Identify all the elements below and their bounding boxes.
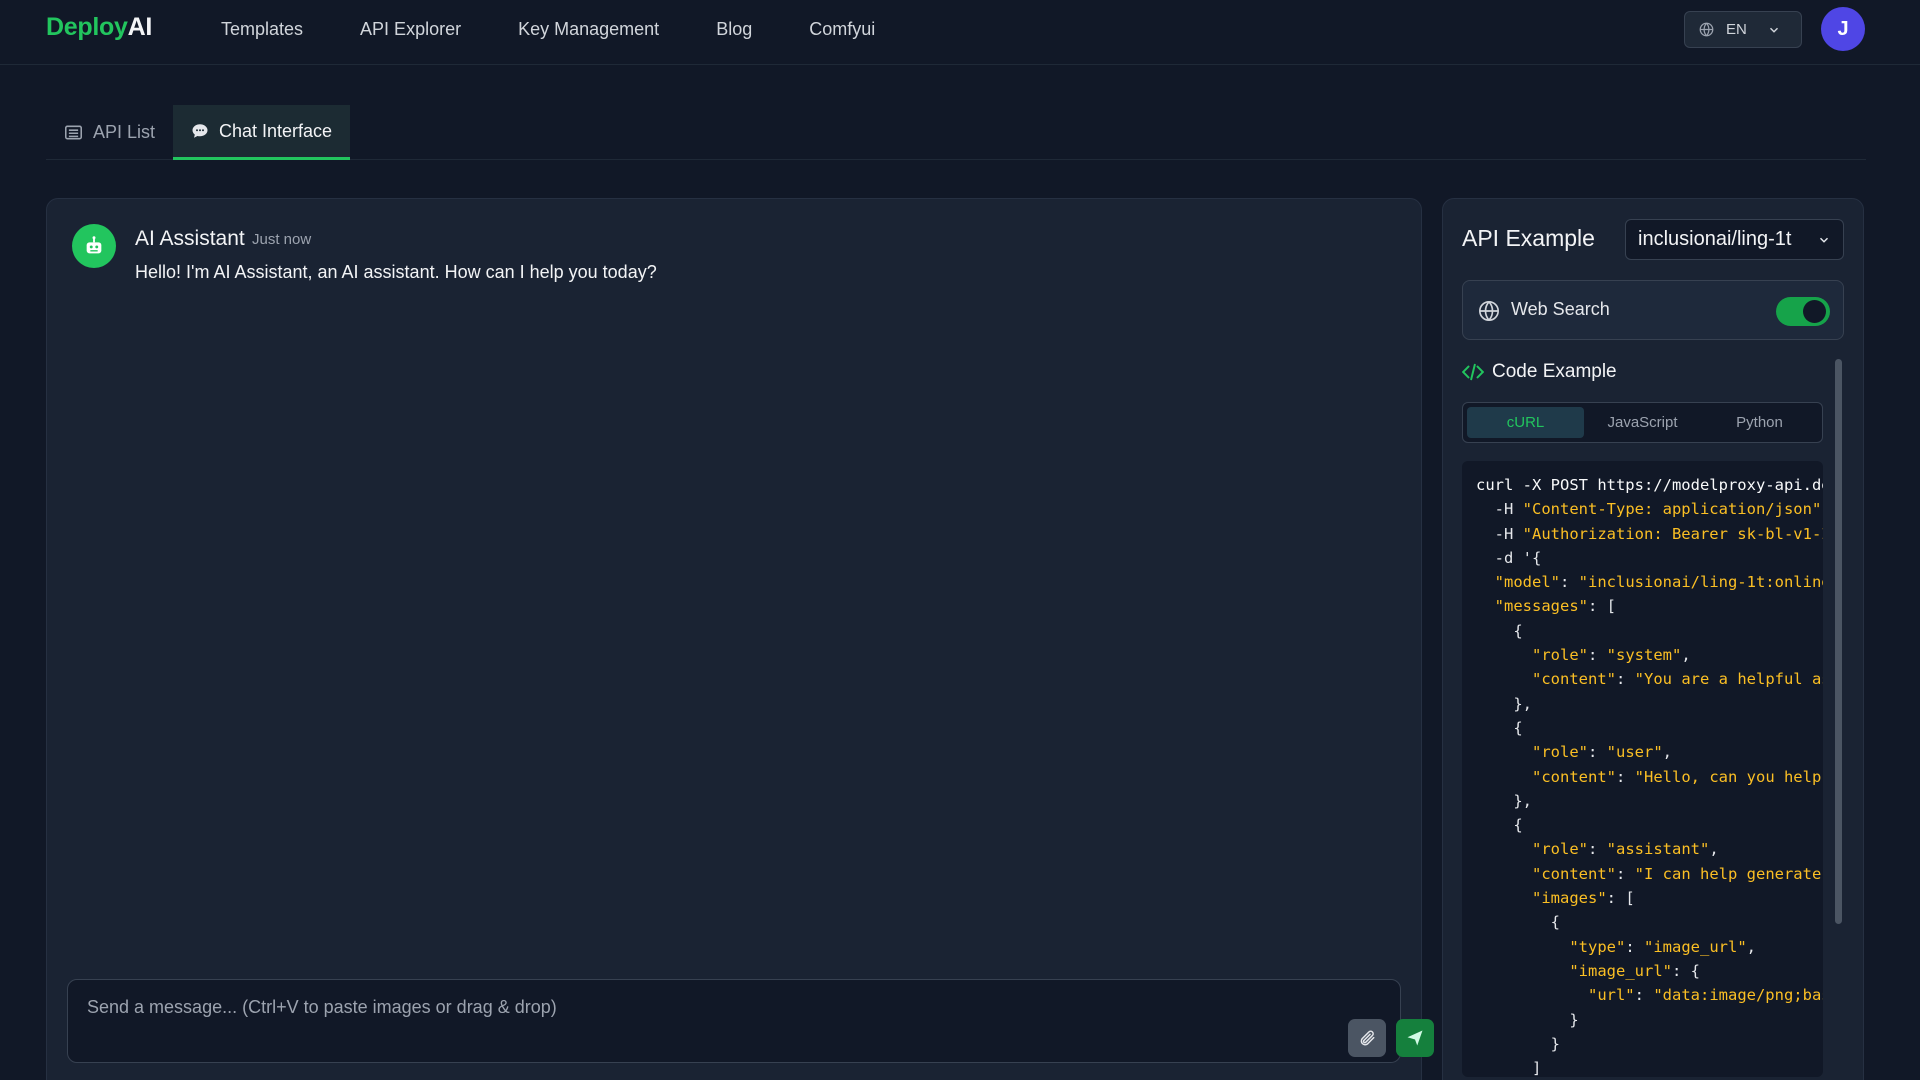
language-selector[interactable]: EN [1684, 11, 1802, 48]
code-line: { [1476, 718, 1523, 737]
code-line: } [1476, 1010, 1579, 1029]
assistant-name: AI Assistant [135, 227, 245, 250]
chat-panel: AI Assistant Just now Hello! I'm AI Assi… [46, 198, 1434, 1080]
code-tab-python[interactable]: Python [1701, 407, 1818, 438]
user-avatar[interactable]: J [1821, 7, 1865, 51]
code-line: curl -X POST https://modelproxy-api.de [1476, 476, 1823, 494]
logo[interactable]: DeployAI [46, 13, 152, 42]
code-line: }, [1476, 791, 1532, 810]
nav-links: Templates API Explorer Key Management Bl… [221, 18, 932, 40]
view-tabs: API List Chat Interface [46, 105, 1866, 160]
code-example-label: Code Example [1492, 361, 1617, 382]
send-icon [1407, 1030, 1423, 1046]
code-line: -H "Content-Type: application/json" [1476, 500, 1822, 519]
code-line: "url": "data:image/png;bas [1587, 986, 1823, 1005]
message-input[interactable] [87, 994, 1287, 1020]
code-line: "content": "I can help generate [1532, 864, 1822, 883]
tab-api-list[interactable]: API List [46, 105, 173, 160]
nav-link-api-explorer[interactable]: API Explorer [360, 18, 461, 40]
web-search-toggle[interactable] [1776, 297, 1830, 326]
code-line: } [1476, 1034, 1560, 1053]
nav-link-comfyui[interactable]: Comfyui [809, 18, 875, 40]
message-timestamp: Just now [252, 231, 312, 248]
code-line: -d '{ [1476, 548, 1542, 567]
code-line: { [1476, 816, 1523, 835]
nav-link-key-management[interactable]: Key Management [518, 18, 659, 40]
chevron-down-icon [1819, 237, 1829, 243]
code-tab-curl[interactable]: cURL [1467, 407, 1584, 438]
nav-link-templates[interactable]: Templates [221, 18, 303, 40]
globe-icon [1479, 301, 1499, 321]
robot-icon [86, 236, 102, 254]
code-line: "image_url": { [1569, 961, 1700, 980]
attach-button[interactable] [1348, 1019, 1386, 1057]
assistant-avatar [72, 224, 116, 268]
api-example-title: API Example [1462, 225, 1595, 251]
code-line: "images": [ [1532, 889, 1635, 908]
paperclip-icon [1360, 1030, 1375, 1046]
api-example-panel: API Example inclusionai/ling-1t Web Sear… [1442, 198, 1864, 1080]
chat-bubble-icon [192, 124, 208, 138]
code-line: "role": "assistant", [1532, 840, 1719, 859]
language-code: EN [1726, 21, 1747, 38]
code-scrollbar[interactable] [1835, 359, 1842, 924]
code-line: "role": "system", [1532, 646, 1691, 665]
code-line: -H "Authorization: Bearer sk-bl-v1-I [1476, 524, 1823, 543]
globe-icon [1699, 22, 1714, 37]
message-composer [67, 979, 1434, 1063]
tab-api-list-label: API List [93, 122, 156, 142]
logo-ai: AI [127, 13, 153, 41]
code-block[interactable]: curl -X POST https://modelproxy-api.de -… [1462, 461, 1823, 1077]
code-example-heading: Code Example [1462, 361, 1617, 383]
code-content: curl -X POST https://modelproxy-api.de -… [1476, 473, 1823, 1077]
toggle-knob [1803, 300, 1826, 323]
chevron-down-icon [1769, 27, 1778, 33]
code-line: "model": "inclusionai/ling-1t:online [1494, 573, 1823, 592]
code-icon [1462, 363, 1484, 381]
top-navbar: DeployAI Templates API Explorer Key Mana… [0, 0, 1920, 65]
code-line: "content": "Hello, can you help [1532, 767, 1822, 786]
code-line: "role": "user", [1532, 743, 1673, 762]
send-button[interactable] [1396, 1019, 1434, 1057]
code-language-tabs: cURL JavaScript Python [1462, 402, 1823, 443]
logo-deploy: Deploy [46, 13, 128, 41]
code-tab-javascript[interactable]: JavaScript [1584, 407, 1701, 438]
web-search-row: Web Search [1462, 280, 1844, 340]
model-select[interactable]: inclusionai/ling-1t [1625, 219, 1844, 260]
list-icon [65, 125, 82, 140]
code-line: "type": "image_url", [1569, 937, 1756, 956]
nav-link-blog[interactable]: Blog [716, 18, 752, 40]
assistant-message: Hello! I'm AI Assistant, an AI assistant… [135, 262, 657, 282]
code-line: ] [1476, 1059, 1542, 1077]
code-line: "content": "You are a helpful as [1532, 670, 1823, 689]
code-line: { [1476, 621, 1523, 640]
model-select-value: inclusionai/ling-1t [1638, 228, 1792, 250]
code-line: }, [1476, 694, 1532, 713]
code-line: "messages": [ [1494, 597, 1616, 616]
tab-chat-interface[interactable]: Chat Interface [173, 105, 351, 160]
web-search-label: Web Search [1511, 299, 1610, 319]
code-line: { [1476, 913, 1560, 932]
tab-chat-interface-label: Chat Interface [219, 120, 333, 141]
